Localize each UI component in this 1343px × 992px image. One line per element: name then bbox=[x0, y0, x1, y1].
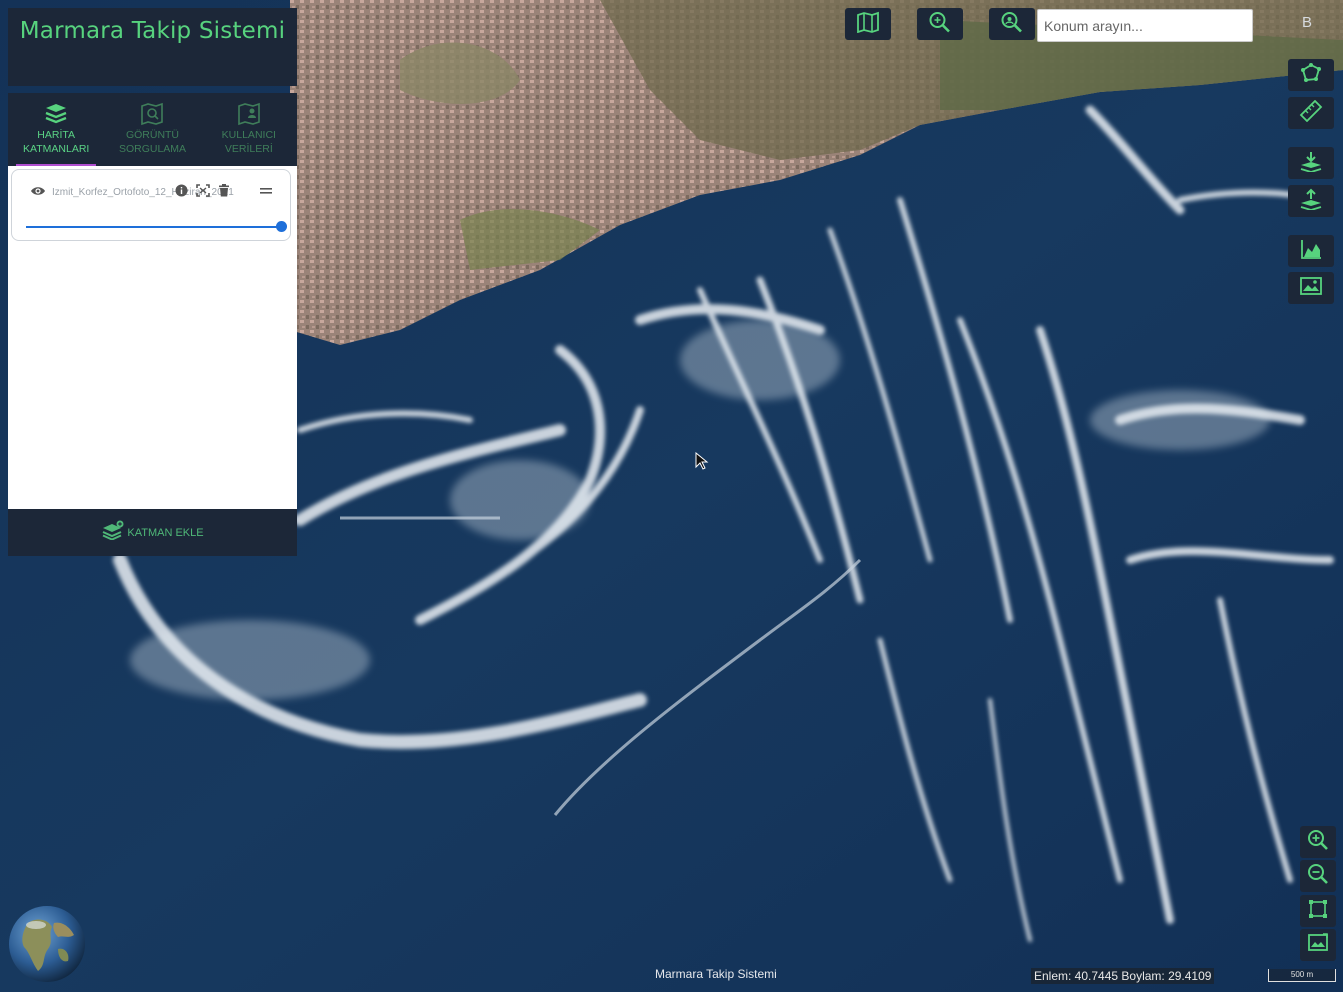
zoom-extent-button[interactable] bbox=[1300, 895, 1336, 927]
zoom-search-button[interactable] bbox=[917, 8, 963, 40]
tab-kullanici-verileri[interactable]: KULLANICI VERİLERİ bbox=[201, 93, 297, 166]
image-compare-icon bbox=[1299, 275, 1323, 302]
image-export-icon bbox=[1307, 932, 1329, 959]
footer-title: Marmara Takip Sistemi bbox=[655, 967, 777, 981]
opacity-slider-thumb[interactable] bbox=[276, 221, 287, 232]
add-layer-label: KATMAN EKLE bbox=[127, 526, 204, 539]
zoom-search-icon bbox=[928, 11, 952, 38]
add-layer-icon bbox=[101, 520, 125, 545]
app-title: Marmara Takip Sistemi bbox=[19, 18, 286, 44]
tab-label-line1: GÖRÜNTÜ bbox=[125, 129, 180, 141]
zoom-to-extent-icon[interactable] bbox=[196, 184, 210, 202]
scale-bar: 500 m bbox=[1268, 969, 1336, 982]
draw-polygon-button[interactable] bbox=[1288, 59, 1334, 91]
zoom-out-button[interactable] bbox=[1300, 860, 1336, 892]
layers-list: Izmit_Korfez_Ortofoto_12_Haziran_2021 bbox=[8, 166, 297, 509]
map-book-button[interactable] bbox=[845, 8, 891, 40]
visibility-eye-icon[interactable] bbox=[30, 184, 46, 202]
extent-icon bbox=[1307, 898, 1329, 925]
zoom-out-icon bbox=[1307, 863, 1329, 890]
tab-label-line2: VERİLERİ bbox=[224, 143, 273, 155]
image-export-button[interactable] bbox=[1300, 929, 1336, 961]
mouse-cursor-icon bbox=[695, 451, 709, 475]
image-compare-button[interactable] bbox=[1288, 272, 1334, 304]
upload-button[interactable] bbox=[1288, 185, 1334, 217]
layer-item[interactable]: Izmit_Korfez_Ortofoto_12_Haziran_2021 bbox=[11, 169, 291, 241]
layers-icon bbox=[8, 102, 104, 128]
info-icon[interactable] bbox=[175, 184, 188, 202]
delete-icon[interactable] bbox=[218, 184, 230, 202]
globe-view-toggle[interactable] bbox=[8, 905, 86, 983]
ruler-icon bbox=[1299, 99, 1323, 127]
chart-icon bbox=[1299, 238, 1323, 265]
upload-icon bbox=[1299, 188, 1323, 215]
map-book-icon bbox=[856, 11, 880, 38]
panel-tabs: HARİTA KATMANLARI GÖRÜNTÜ SORGULAMA KULL… bbox=[8, 93, 297, 166]
measure-button[interactable] bbox=[1288, 97, 1334, 129]
tab-label-line2: SORGULAMA bbox=[118, 143, 187, 155]
zoom-in-icon bbox=[1307, 829, 1329, 856]
download-button[interactable] bbox=[1288, 147, 1334, 179]
polygon-draw-icon bbox=[1299, 62, 1323, 89]
globe-icon bbox=[9, 906, 85, 982]
locate-search-icon bbox=[1000, 11, 1024, 38]
coordinate-readout: Enlem: 40.7445 Boylam: 29.4109 bbox=[1031, 968, 1215, 984]
download-icon bbox=[1299, 150, 1323, 177]
zoom-in-button[interactable] bbox=[1300, 826, 1336, 858]
tab-label-line2: KATMANLARI bbox=[23, 143, 90, 155]
layer-actions bbox=[175, 184, 230, 202]
user-map-icon bbox=[201, 102, 297, 128]
opacity-slider[interactable] bbox=[26, 226, 282, 228]
tab-label-line1: KULLANICI bbox=[221, 129, 276, 141]
location-search-input[interactable] bbox=[1037, 9, 1253, 42]
tab-harita-katmanlari[interactable]: HARİTA KATMANLARI bbox=[8, 93, 104, 166]
user-avatar[interactable]: B bbox=[1302, 14, 1312, 31]
chart-button[interactable] bbox=[1288, 235, 1334, 267]
app-title-box: Marmara Takip Sistemi bbox=[8, 8, 297, 86]
tab-goruntu-sorgulama[interactable]: GÖRÜNTÜ SORGULAMA bbox=[104, 93, 200, 166]
locate-search-button[interactable] bbox=[989, 8, 1035, 40]
tab-label-line1: HARİTA bbox=[37, 129, 76, 141]
drag-handle-icon[interactable] bbox=[260, 183, 272, 201]
map-search-icon bbox=[104, 102, 200, 128]
add-layer-button[interactable]: KATMAN EKLE bbox=[8, 509, 297, 556]
